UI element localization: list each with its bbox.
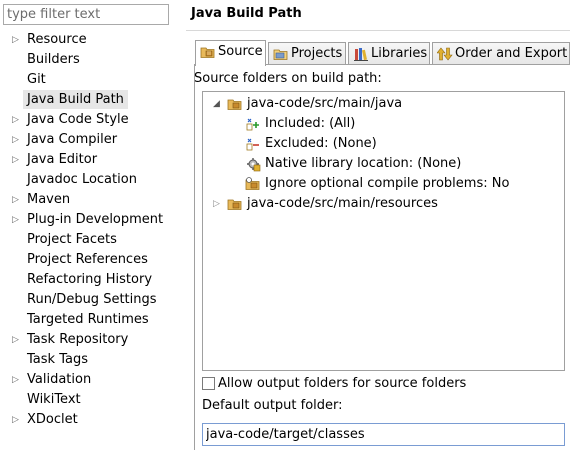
ignore-problems-icon (245, 177, 260, 190)
sidebar-item-label: Plug-in Development (27, 212, 164, 227)
sidebar-item-label: Java Code Style (27, 112, 129, 127)
included-label: Included: (All) (265, 116, 356, 131)
source-folder-name: java-code/src/main/java (247, 96, 403, 111)
sidebar-item-label: XDoclet (27, 412, 78, 427)
sidebar-item[interactable]: Project References (0, 250, 176, 270)
tab-source[interactable]: Source (195, 40, 266, 66)
source-folders-tree[interactable]: ◢ java-code/src/main/java Included: (All… (202, 91, 565, 371)
default-output-folder-field[interactable] (202, 423, 565, 446)
sidebar-item[interactable]: Refactoring History (0, 270, 176, 290)
sidebar-item[interactable]: WikiText (0, 390, 176, 410)
sidebar-item-label: Validation (27, 372, 92, 387)
package-folder-icon (227, 199, 242, 210)
collapse-arrow-icon[interactable]: ◢ (213, 94, 223, 114)
tab-order-and-export[interactable]: Order and Export (432, 42, 570, 65)
expand-arrow-icon[interactable]: ▷ (213, 194, 223, 214)
sidebar-item[interactable]: Javadoc Location (0, 170, 176, 190)
sidebar-item[interactable]: Targeted Runtimes (0, 310, 176, 330)
property-navigation-panel: ▷ResourceBuildersGitJava Build Path▷Java… (0, 0, 176, 450)
expand-arrow-icon[interactable]: ▷ (12, 370, 22, 390)
expand-arrow-icon[interactable]: ▷ (12, 110, 22, 130)
excluded-label: Excluded: (None) (265, 136, 377, 151)
excluded-icon (246, 138, 259, 151)
expand-arrow-icon[interactable]: ▷ (12, 30, 22, 50)
sidebar-item-label: Task Repository (27, 332, 129, 347)
sidebar-item[interactable]: Project Facets (0, 230, 176, 250)
projects-icon (273, 49, 288, 60)
sidebar-item-label: Task Tags (27, 352, 88, 367)
sidebar-item-label: Java Compiler (27, 132, 118, 147)
sidebar-item[interactable]: Task Tags (0, 350, 176, 370)
included-icon (246, 118, 259, 131)
sidebar-item-label: Refactoring History (27, 272, 153, 287)
tree-child-item[interactable]: Ignore optional compile problems: No (245, 174, 565, 194)
sidebar-item[interactable]: Java Build Path (0, 90, 176, 110)
tab-projects-label: Projects (291, 46, 343, 61)
sidebar-item-label: Java Build Path (23, 90, 128, 109)
sidebar-item-label: Project Facets (27, 232, 117, 247)
sidebar-item[interactable]: Builders (0, 50, 176, 70)
expand-arrow-icon[interactable]: ▷ (12, 190, 22, 210)
sidebar-item[interactable]: ▷ Validation (0, 370, 176, 390)
sidebar-item[interactable]: ▷ XDoclet (0, 410, 176, 430)
order-export-icon (437, 47, 453, 61)
expand-arrow-icon[interactable]: ▷ (12, 130, 22, 150)
sidebar-item[interactable]: Run/Debug Settings (0, 290, 176, 310)
tab-order-and-export-label: Order and Export (455, 46, 568, 61)
sidebar-item-label: Java Editor (27, 152, 98, 167)
expand-arrow-icon[interactable]: ▷ (12, 410, 22, 430)
default-output-folder-label: Default output folder: (202, 398, 343, 413)
tree-child-item[interactable]: Included: (All) (245, 114, 545, 134)
tree-child-item[interactable]: Native library location: (None) (245, 154, 545, 174)
sidebar-item[interactable]: ▷ Java Code Style (0, 110, 176, 130)
source-folder-node[interactable]: ◢ java-code/src/main/java (213, 94, 553, 114)
sidebar-item[interactable]: ▷ Maven (0, 190, 176, 210)
tab-bar: Source Projects Libraries Order and Expo… (195, 40, 570, 66)
tree-child-item[interactable]: Excluded: (None) (245, 134, 545, 154)
sidebar-item[interactable]: ▷ Java Editor (0, 150, 176, 170)
libraries-icon (354, 48, 368, 61)
ignore-problems-label: Ignore optional compile problems: No (265, 176, 510, 191)
sidebar-item-label: Run/Debug Settings (27, 292, 157, 307)
filter-input[interactable] (3, 4, 169, 25)
source-folders-label: Source folders on build path: (194, 71, 382, 86)
sidebar-item-label: Maven (27, 192, 71, 207)
sidebar-item-label: Git (27, 72, 46, 87)
property-page: Java Build Path Source Projects Librarie… (186, 0, 570, 450)
sidebar-item-label: Targeted Runtimes (27, 312, 149, 327)
source-folder-node[interactable]: ▷ java-code/src/main/resources (213, 194, 553, 214)
expand-arrow-icon[interactable]: ▷ (12, 150, 22, 170)
tab-projects[interactable]: Projects (268, 42, 346, 65)
native-library-label: Native library location: (None) (265, 156, 462, 171)
native-library-icon (247, 158, 261, 172)
source-folder-name: java-code/src/main/resources (247, 196, 438, 211)
sidebar-item-label: Project References (27, 252, 148, 267)
sidebar-item[interactable]: ▷ Plug-in Development (0, 210, 176, 230)
allow-output-folders-label: Allow output folders for source folders (218, 376, 467, 391)
title-separator (186, 30, 570, 31)
package-folder-icon (227, 99, 242, 110)
sidebar-item[interactable]: ▷ Task Repository (0, 330, 176, 350)
sidebar-item-label: Resource (27, 32, 87, 47)
sidebar-item-label: Builders (27, 52, 80, 67)
tab-libraries-label: Libraries (371, 46, 428, 61)
page-title: Java Build Path (191, 6, 302, 21)
sidebar-item-label: Javadoc Location (27, 172, 137, 187)
source-folder-icon (200, 47, 215, 58)
sidebar-item[interactable]: ▷ Java Compiler (0, 130, 176, 150)
expand-arrow-icon[interactable]: ▷ (12, 330, 22, 350)
tab-libraries[interactable]: Libraries (348, 42, 430, 65)
property-tree: ▷ Resource Builders Git Java Build Path ▷ Java… (0, 30, 176, 430)
panel-sash[interactable] (176, 0, 186, 450)
sidebar-item[interactable]: ▷ Resource (0, 30, 176, 50)
tab-source-label: Source (218, 44, 263, 59)
sidebar-item-label: WikiText (27, 392, 81, 407)
allow-output-folders-checkbox[interactable] (202, 377, 215, 390)
expand-arrow-icon[interactable]: ▷ (12, 210, 22, 230)
sidebar-item[interactable]: Git (0, 70, 176, 90)
